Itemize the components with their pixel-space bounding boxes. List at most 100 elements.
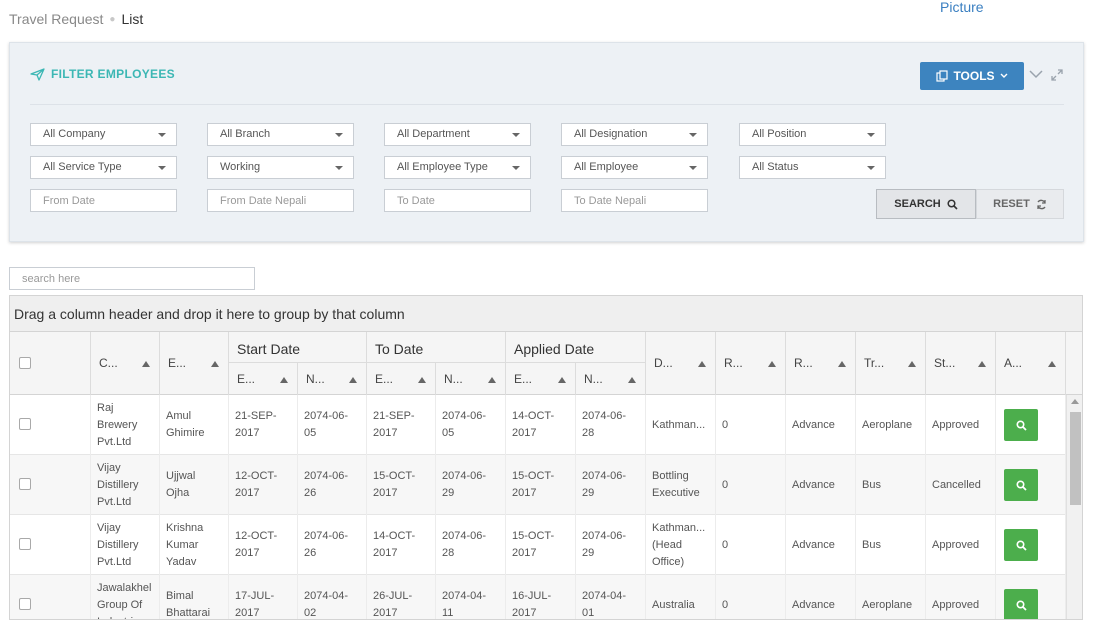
cell-company: Jawalakhel Group Of Industries [91, 575, 160, 619]
table-row[interactable]: Vijay Distillery Pvt.Ltd Ujjwal Ojha 12-OCT- 2… [10, 455, 1066, 515]
breadcrumb-parent[interactable]: Travel Request [9, 11, 103, 27]
refresh-icon [1037, 199, 1046, 209]
cell-to-en: 26-JUL- 2017 [367, 575, 436, 619]
cell-text-line: Executive [652, 487, 700, 499]
column-header[interactable]: N... [436, 363, 506, 395]
column-header-label: N... [584, 372, 603, 386]
designation-select[interactable]: All Designation [561, 123, 708, 146]
cell-status: Approved [926, 575, 996, 619]
row-checkbox[interactable] [19, 478, 31, 490]
cell-text-line: 2074-06- [442, 530, 487, 542]
vertical-scrollbar[interactable] [1066, 395, 1082, 619]
column-header[interactable]: R... [786, 332, 856, 395]
column-header[interactable]: E... [229, 363, 298, 395]
service-type-select[interactable]: All Service Type [30, 156, 177, 179]
sort-up-icon[interactable] [349, 377, 357, 383]
cell-r1: 0 [716, 395, 786, 455]
working-status-select[interactable]: Working [207, 156, 354, 179]
cell-status: Cancelled [926, 455, 996, 515]
sort-up-icon[interactable] [418, 377, 426, 383]
to-date-input[interactable]: To Date [384, 189, 531, 212]
reset-button[interactable]: RESET [976, 189, 1064, 219]
column-header[interactable]: St... [926, 332, 996, 395]
column-header[interactable]: A... [996, 332, 1066, 395]
sort-up-icon[interactable] [768, 361, 776, 367]
view-details-button[interactable] [1004, 529, 1038, 561]
column-header[interactable]: C... [91, 332, 160, 395]
column-header[interactable]: Tr... [856, 332, 926, 395]
action-cell [996, 395, 1066, 455]
status-select[interactable]: All Status [739, 156, 886, 179]
view-details-button[interactable] [1004, 469, 1038, 501]
view-details-button[interactable] [1004, 409, 1038, 441]
cell-text-line: 15-OCT- [512, 530, 555, 542]
tools-button[interactable]: TOOLS [920, 62, 1024, 90]
scroll-up-arrow[interactable] [1071, 399, 1079, 404]
table-row[interactable]: Vijay Distillery Pvt.Ltd Krishna Kumar Yadav 1… [10, 515, 1066, 575]
action-cell [996, 575, 1066, 619]
search-button[interactable]: SEARCH [876, 189, 976, 219]
sort-up-icon[interactable] [142, 361, 150, 367]
sort-up-icon[interactable] [1048, 361, 1056, 367]
from-date-input[interactable]: From Date [30, 189, 177, 212]
picture-link[interactable]: Picture [940, 0, 984, 15]
view-details-button[interactable] [1004, 589, 1038, 619]
table-row[interactable]: Raj Brewery Pvt.Ltd Amul Ghimire 21-SEP- 2017 2… [10, 395, 1066, 455]
cell-text-line: Office) [652, 555, 685, 568]
cell-text-line: Bimal [166, 590, 194, 602]
column-header[interactable]: N... [576, 363, 646, 395]
scroll-thumb[interactable] [1070, 412, 1081, 505]
cell-text-line: (Head [652, 538, 682, 551]
sort-up-icon[interactable] [698, 361, 706, 367]
column-header[interactable]: D... [646, 332, 716, 395]
sort-up-icon[interactable] [978, 361, 986, 367]
from-date-nepali-input[interactable]: From Date Nepali [207, 189, 354, 212]
cell-text-line: Pvt.Ltd [97, 495, 132, 508]
cell-text-line: 15-OCT- [373, 470, 416, 482]
action-cell [996, 455, 1066, 515]
sort-up-icon[interactable] [838, 361, 846, 367]
cell-text-line: 26-JUL- [373, 590, 413, 602]
column-header[interactable]: E... [506, 363, 576, 395]
collapse-chevron-icon[interactable] [1029, 69, 1043, 79]
column-header[interactable]: N... [298, 363, 367, 395]
cell-text-line: 11 [442, 607, 454, 619]
cell-text-line: Bottling [652, 470, 689, 482]
expand-icon[interactable] [1051, 69, 1063, 81]
column-header[interactable]: E... [160, 332, 229, 395]
sort-up-icon[interactable] [280, 377, 288, 383]
cell-travel: Bus [856, 515, 926, 575]
cell-start-np: 2074-06- 26 [298, 455, 367, 515]
group-by-panel[interactable]: Drag a column header and drop it here to… [10, 296, 1082, 332]
to-date-nepali-input[interactable]: To Date Nepali [561, 189, 708, 212]
select-all-checkbox[interactable] [19, 357, 31, 369]
company-select[interactable]: All Company [30, 123, 177, 146]
cell-text-line: 15-OCT- [512, 470, 555, 482]
grid-search-input[interactable]: search here [9, 267, 255, 290]
column-header[interactable]: R... [716, 332, 786, 395]
sort-up-icon[interactable] [628, 377, 636, 383]
row-checkbox[interactable] [19, 538, 31, 550]
cell-r2: Advance [786, 575, 856, 619]
department-select[interactable]: All Department [384, 123, 531, 146]
column-header-label: C... [99, 356, 118, 370]
branch-select[interactable]: All Branch [207, 123, 354, 146]
employee-type-select[interactable]: All Employee Type [384, 156, 531, 179]
employee-select[interactable]: All Employee [561, 156, 708, 179]
cell-text-line: 05 [304, 427, 317, 439]
cell-text-line: 02 [304, 607, 317, 619]
sort-up-icon[interactable] [908, 361, 916, 367]
cell-text: Cancelled [932, 478, 981, 491]
position-select[interactable]: All Position [739, 123, 886, 146]
row-checkbox[interactable] [19, 598, 31, 610]
column-header-label: N... [444, 372, 463, 386]
column-header[interactable]: E... [367, 363, 436, 395]
sort-up-icon[interactable] [488, 377, 496, 383]
sort-up-icon[interactable] [211, 361, 219, 367]
row-checkbox[interactable] [19, 418, 31, 430]
sort-up-icon[interactable] [558, 377, 566, 383]
filter-panel: FILTER EMPLOYEES TOOLS All Company All B… [9, 42, 1084, 242]
search-icon [1015, 419, 1027, 431]
table-row[interactable]: Jawalakhel Group Of Industries Bimal Bhattar… [10, 575, 1066, 619]
cell-text-line: Vijay [97, 521, 121, 534]
